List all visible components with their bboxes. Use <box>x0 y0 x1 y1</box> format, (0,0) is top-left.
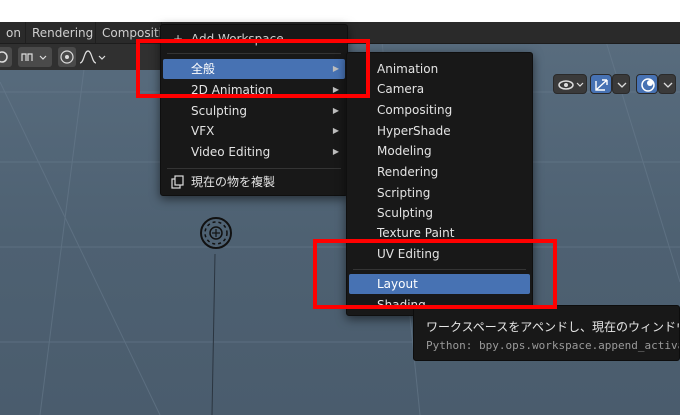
overlay-icon <box>641 78 655 92</box>
submenu-arrow-icon: ▶ <box>332 126 339 135</box>
annotation-box-layout <box>313 239 557 309</box>
submenu-item[interactable]: Camera <box>349 79 530 99</box>
operator-tooltip: ワークスペースをアペンドし、現在のウィンドウで Python: bpy.ops.… <box>413 305 680 361</box>
proportional-edit-icon[interactable] <box>58 47 76 67</box>
chevron-down-icon <box>617 82 627 88</box>
submenu-item[interactable]: Animation <box>349 59 530 79</box>
overlay-toggle[interactable] <box>636 74 658 94</box>
gizmo-icon <box>595 79 608 91</box>
submenu-item[interactable]: Scripting <box>349 183 530 203</box>
tooltip-python: Python: bpy.ops.workspace.append_activat… <box>426 339 680 352</box>
submenu-item[interactable]: HyperShade <box>349 121 530 141</box>
gizmo-toggle[interactable] <box>590 74 612 94</box>
annotation-box-general <box>136 39 370 98</box>
snap-icon[interactable] <box>18 47 52 67</box>
menu-item-duplicate-current[interactable]: 現在の物を複製 <box>163 172 345 192</box>
eye-icon <box>558 80 584 90</box>
falloff-curve-icon[interactable] <box>78 47 108 67</box>
overlay-dropdown[interactable] <box>658 74 676 94</box>
visibility-dropdown[interactable] <box>553 74 587 94</box>
duplicate-icon <box>171 175 184 189</box>
submenu-arrow-icon: ▶ <box>332 106 339 115</box>
tab-animation[interactable]: on <box>0 22 26 43</box>
tooltip-description: ワークスペースをアペンドし、現在のウィンドウで <box>426 320 680 334</box>
menu-item-video-editing[interactable]: Video Editing ▶ <box>163 142 345 162</box>
menu-item-sculpting[interactable]: Sculpting ▶ <box>163 101 345 121</box>
menu-divider <box>167 168 341 169</box>
submenu-item[interactable]: Modeling <box>349 141 530 161</box>
tab-rendering[interactable]: Rendering <box>26 22 96 43</box>
submenu-item[interactable]: Sculpting <box>349 203 530 223</box>
object-select-icon[interactable] <box>0 47 12 67</box>
submenu-item[interactable]: Rendering <box>349 162 530 182</box>
object-line <box>211 253 216 415</box>
gizmo-dropdown[interactable] <box>612 74 630 94</box>
empty-object-icon[interactable] <box>198 215 234 251</box>
submenu-arrow-icon: ▶ <box>332 147 339 156</box>
chevron-down-icon <box>663 82 673 88</box>
menu-item-vfx[interactable]: VFX ▶ <box>163 121 345 141</box>
submenu-item[interactable]: Compositing <box>349 100 530 120</box>
